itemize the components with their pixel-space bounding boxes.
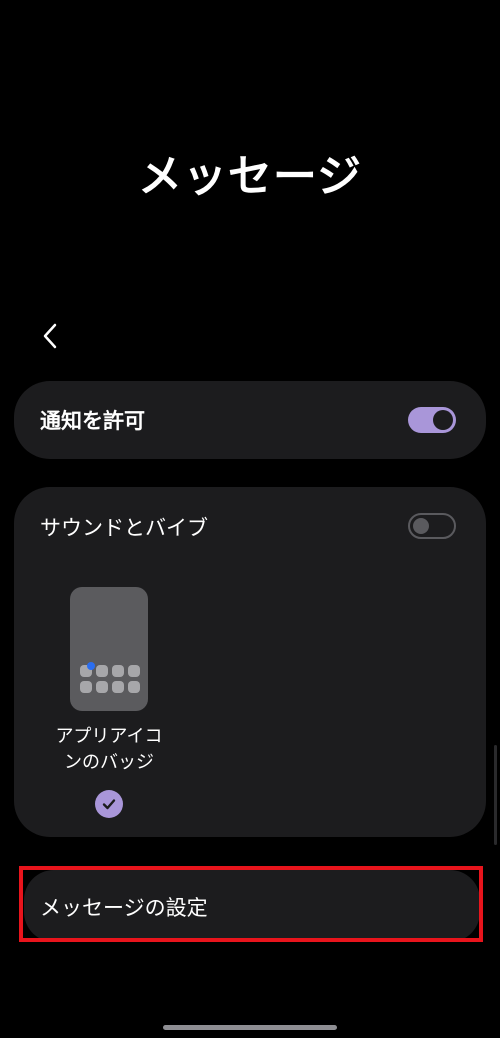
scrollbar[interactable] [494,745,497,845]
sound-vibration-toggle[interactable] [408,513,456,539]
app-icon [128,665,140,677]
app-icon-badge-caption: アプリアイコ ンのバッジ [54,724,164,776]
app-icon [128,681,140,693]
app-icon [80,681,92,693]
home-indicator[interactable] [163,1025,337,1030]
chevron-left-icon [43,323,57,349]
sound-vibration-label: サウンドとバイブ [40,516,208,540]
app-icon [112,681,124,693]
phone-preview-image [70,587,148,711]
page-title: メッセージ [137,151,363,202]
caption-line: ンのバッジ [64,752,154,773]
badge-dot-icon [87,662,95,670]
app-icon [96,665,108,677]
app-icon [112,665,124,677]
caption-line: アプリアイコ [55,726,163,747]
check-icon [102,799,116,810]
message-settings-label: メッセージの設定 [40,896,208,920]
message-settings-row[interactable]: メッセージの設定 [24,870,480,942]
notification-style-card: サウンドとバイブ アプリアイコ ンのバッジ [14,487,486,837]
app-icon [96,681,108,693]
back-button[interactable] [30,316,70,356]
toggle-knob [413,518,429,534]
allow-notifications-toggle[interactable] [408,407,456,433]
allow-notifications-label: 通知を許可 [40,409,145,433]
toggle-knob [433,410,453,430]
selected-check[interactable] [95,790,123,818]
allow-notifications-row[interactable]: 通知を許可 [14,381,486,459]
